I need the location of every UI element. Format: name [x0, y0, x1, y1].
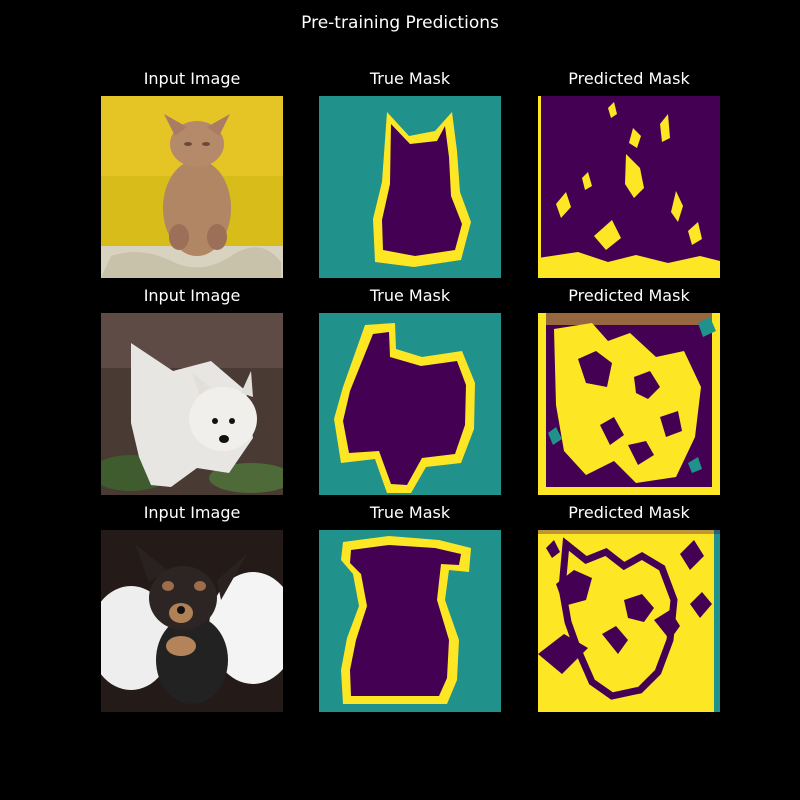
predicted-mask-panel-3: Predicted Mask: [538, 503, 720, 712]
true-mask-2: [319, 313, 501, 495]
true-mask-1: [319, 96, 501, 278]
input-image-title-3: Input Image: [143, 503, 241, 522]
input-image-title-1: Input Image: [143, 69, 241, 88]
terrier-photo: [101, 313, 283, 495]
predicted-mask-title-1: Predicted Mask: [568, 69, 690, 88]
predicted-mask-panel-1: Predicted Mask: [538, 69, 720, 278]
true-mask-3: [319, 530, 501, 712]
input-image-title-2: Input Image: [143, 286, 241, 305]
true-mask-panel-2: True Mask: [319, 286, 501, 495]
predicted-mask-panel-2: Predicted Mask: [538, 286, 720, 495]
input-image-panel-3: Input Image: [101, 503, 283, 712]
true-mask-title-3: True Mask: [369, 503, 451, 522]
predicted-mask-3: [538, 530, 720, 712]
true-mask-panel-3: True Mask: [319, 503, 501, 712]
true-mask-title-2: True Mask: [369, 286, 451, 305]
input-image-panel-1: Input Image: [101, 69, 283, 278]
predicted-mask-title-3: Predicted Mask: [568, 503, 690, 522]
input-image-panel-2: Input Image: [101, 286, 283, 495]
figure-title: Pre-training Predictions: [301, 13, 499, 33]
predicted-mask-title-2: Predicted Mask: [568, 286, 690, 305]
true-mask-title-1: True Mask: [369, 69, 451, 88]
true-mask-panel-1: True Mask: [319, 69, 501, 278]
predicted-mask-1: [538, 96, 720, 278]
predicted-mask-2: [538, 313, 720, 495]
puppy-photo: [101, 530, 283, 712]
cat-photo: [101, 96, 283, 278]
